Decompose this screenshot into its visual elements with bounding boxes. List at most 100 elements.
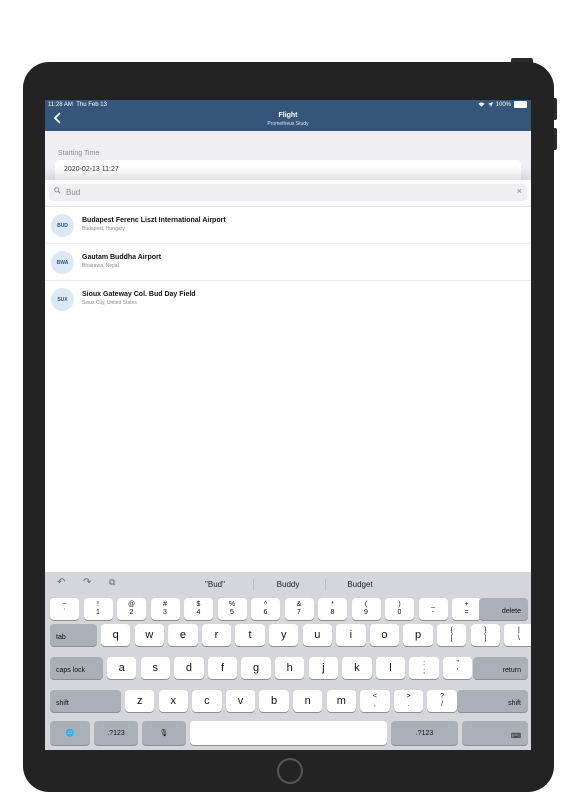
- list-item[interactable]: BUD Budapest Ferenc Liszt International …: [45, 207, 531, 244]
- location-arrow-icon: [487, 102, 493, 107]
- search-icon: [54, 187, 61, 194]
- key-quote[interactable]: " ': [443, 657, 473, 679]
- key-i[interactable]: i: [336, 624, 366, 646]
- key-symbol: .: [407, 701, 410, 708]
- undo-icon[interactable]: ↶: [57, 577, 65, 588]
- key-6[interactable]: ^ 6: [251, 598, 280, 620]
- key-j[interactable]: j: [308, 657, 338, 679]
- key-8[interactable]: * 8: [318, 598, 347, 620]
- paste-icon[interactable]: ⧉: [109, 577, 115, 588]
- globe-icon[interactable]: 🌐: [50, 721, 90, 745]
- key-d[interactable]: d: [174, 657, 204, 679]
- key-2[interactable]: @2: [117, 598, 146, 620]
- key-v[interactable]: v: [225, 690, 256, 712]
- clear-icon[interactable]: ×: [517, 186, 522, 196]
- key-\[interactable]: | \: [504, 624, 531, 646]
- suggestion-3[interactable]: Budget: [330, 580, 390, 589]
- key-y[interactable]: y: [269, 624, 299, 646]
- key--[interactable]: _ -: [418, 598, 448, 620]
- key-symbol: `: [63, 609, 66, 616]
- search-box[interactable]: ×: [49, 184, 527, 201]
- hide-keyboard-icon[interactable]: ⌨: [462, 721, 528, 745]
- key-semicolon[interactable]: :;: [409, 657, 439, 679]
- key-5[interactable]: % 5: [217, 598, 247, 620]
- tab-key[interactable]: tab: [50, 624, 97, 646]
- key-l[interactable]: l: [375, 657, 406, 679]
- key-shift-symbol: !: [97, 601, 99, 608]
- key-1[interactable]: ! 1: [83, 598, 113, 620]
- key-label: l: [389, 662, 392, 674]
- shift-right-key[interactable]: shift: [457, 690, 528, 712]
- key-t[interactable]: t: [235, 624, 265, 646]
- microphone-icon[interactable]: 🎙: [142, 721, 186, 745]
- key-label: i: [349, 629, 353, 641]
- numbers-key-right[interactable]: .?123: [391, 721, 458, 745]
- key-9[interactable]: (9: [351, 598, 381, 620]
- key-shift-symbol: }: [484, 627, 487, 634]
- redo-icon[interactable]: ↷: [83, 577, 91, 588]
- key-a[interactable]: a: [107, 657, 137, 679]
- key-label: u: [314, 629, 321, 641]
- key-u[interactable]: u: [302, 624, 332, 646]
- key-[[interactable]: {[: [437, 624, 467, 646]
- airport-location: Budapest, Hungary: [82, 226, 125, 232]
- list-item[interactable]: BWA Gautam Buddha Airport Bhairawa, Nepa…: [45, 244, 531, 281]
- key-b[interactable]: b: [259, 690, 289, 712]
- key-slash[interactable]: ? /: [427, 690, 457, 712]
- key-f[interactable]: f: [207, 657, 238, 679]
- space-bar[interactable]: [190, 721, 387, 745]
- numbers-key-left[interactable]: .?123: [94, 721, 138, 745]
- suggestion-2[interactable]: Buddy: [258, 580, 318, 589]
- key-e[interactable]: e: [168, 624, 198, 646]
- starting-time-field[interactable]: 2020-02-13 11:27: [55, 160, 521, 182]
- key-z[interactable]: z: [125, 690, 155, 712]
- key-4[interactable]: $4: [184, 598, 213, 620]
- key-p[interactable]: p: [403, 624, 433, 646]
- key-m[interactable]: m: [326, 690, 356, 712]
- key-3[interactable]: #3: [150, 598, 180, 620]
- key-][interactable]: }]: [470, 624, 500, 646]
- key-label: k: [354, 662, 360, 674]
- key-symbol: =: [464, 609, 469, 616]
- key-n[interactable]: n: [293, 690, 323, 712]
- key-label: tab: [56, 634, 66, 641]
- key-g[interactable]: g: [241, 657, 271, 679]
- key-label: r: [214, 629, 219, 641]
- key-7[interactable]: & 7: [284, 598, 314, 620]
- key-=[interactable]: + =: [452, 598, 481, 620]
- key-label: p: [415, 629, 422, 641]
- key-symbol: ,: [373, 701, 376, 708]
- page-subtitle: Prometheus Study: [267, 121, 309, 127]
- status-time: 11:28 AM Thu Feb 13: [48, 102, 107, 108]
- suggestion-1[interactable]: "Bud": [185, 580, 245, 589]
- key-x[interactable]: x: [158, 690, 188, 712]
- key-period[interactable]: >.: [393, 690, 424, 712]
- return-key[interactable]: return: [473, 657, 528, 679]
- key-comma[interactable]: <,: [360, 690, 390, 712]
- key-w[interactable]: w: [134, 624, 164, 646]
- key-r[interactable]: r: [201, 624, 232, 646]
- key-c[interactable]: c: [192, 690, 222, 712]
- key-k[interactable]: k: [342, 657, 372, 679]
- key-0[interactable]: ) 0: [385, 598, 414, 620]
- shift-left-key[interactable]: shift: [50, 690, 121, 712]
- key-h[interactable]: h: [275, 657, 305, 679]
- key-o[interactable]: o: [369, 624, 400, 646]
- key-symbol: 0: [397, 609, 402, 616]
- caps-lock-key[interactable]: caps lock: [50, 657, 103, 679]
- key-symbol: 2: [129, 609, 134, 616]
- key-label: z: [136, 695, 143, 707]
- key-label: y: [280, 629, 287, 641]
- screen: 11:28 AM Thu Feb 13 100% Flight Promethe…: [45, 100, 531, 750]
- key-shift-symbol: _: [431, 601, 435, 608]
- key-label: return: [502, 667, 521, 674]
- key-`[interactable]: ~ `: [50, 598, 79, 620]
- key-s[interactable]: s: [140, 657, 170, 679]
- key-symbol: 5: [230, 609, 234, 616]
- search-input[interactable]: [66, 186, 486, 199]
- delete-key[interactable]: delete: [479, 598, 528, 620]
- key-q[interactable]: q: [101, 624, 131, 646]
- key-label: caps lock: [56, 667, 86, 674]
- list-item[interactable]: SUX Sioux Gateway Col. Bud Day Field Sio…: [45, 281, 531, 317]
- key-label: n: [304, 695, 311, 707]
